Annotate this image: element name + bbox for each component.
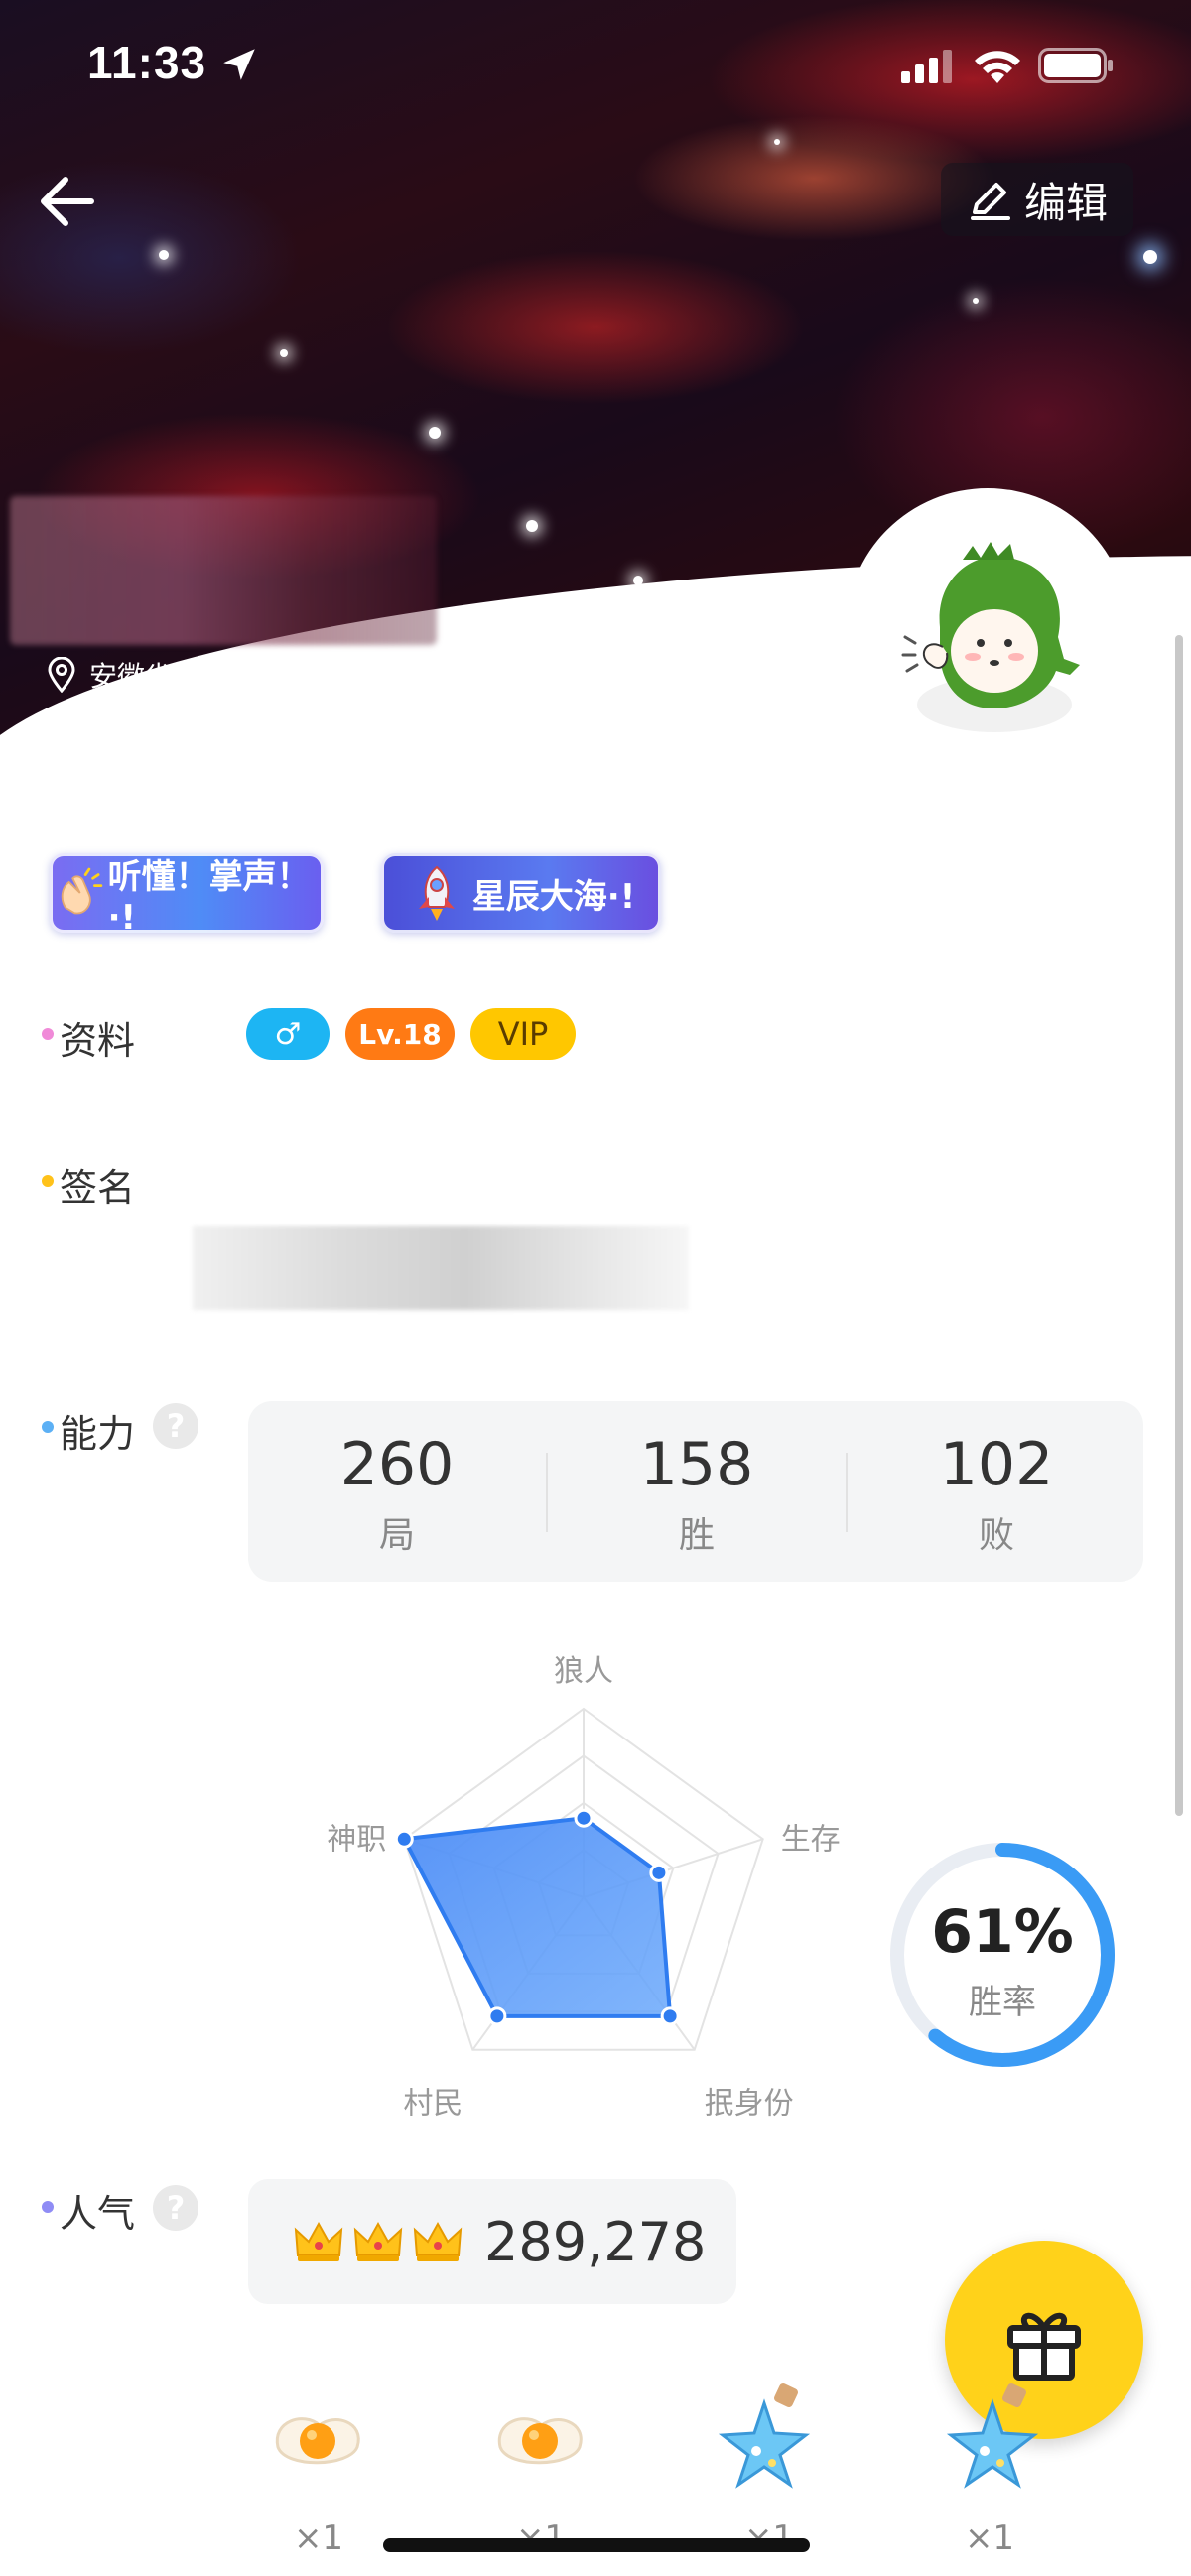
vip-tag: VIP	[470, 1008, 576, 1060]
radar-point	[394, 1829, 414, 1849]
home-indicator	[383, 2538, 810, 2552]
star	[429, 427, 441, 439]
rocket-icon	[418, 865, 455, 921]
star	[159, 250, 169, 260]
stat-losses: 102 败	[848, 1401, 1145, 1582]
dinosaur-avatar-icon	[901, 542, 1080, 732]
stats-card: 260 局 158 胜 102 败	[248, 1401, 1143, 1582]
signature-section-dot	[42, 1175, 54, 1187]
back-button[interactable]	[30, 164, 109, 243]
stat-games-value: 260	[339, 1430, 455, 1499]
star	[973, 298, 979, 304]
ability-section-label: 能力	[60, 1412, 136, 1456]
popularity-section-dot	[42, 2201, 54, 2213]
pencil-icon	[970, 183, 1010, 220]
radar-axis-label: 抿身份	[705, 2087, 794, 2122]
battery-icon	[1038, 48, 1113, 83]
radar-axis-label: 神职	[327, 1822, 386, 1857]
ability-section-dot	[42, 1421, 54, 1433]
stat-losses-caption: 败	[978, 1515, 1014, 1556]
crown-icon	[413, 2221, 463, 2261]
edit-label: 编辑	[1023, 178, 1108, 227]
star-bottle-icon	[718, 2383, 811, 2489]
stat-games-caption: 局	[378, 1515, 415, 1556]
win-rate-value: 61%	[931, 1897, 1074, 1967]
clapping-hands-icon	[61, 867, 103, 915]
stat-games: 260 局	[248, 1401, 546, 1582]
location-arrow-icon	[223, 49, 255, 80]
badge-stars-label: 星辰大海·!	[471, 876, 636, 917]
signal-icon	[901, 50, 952, 83]
egg-icon	[497, 2417, 583, 2465]
profile-section-label: 资料	[60, 1019, 136, 1063]
win-rate-label: 胜率	[969, 1983, 1036, 2022]
star-bottle-icon	[946, 2383, 1039, 2489]
avatar[interactable]	[846, 488, 1129, 772]
radar-point	[660, 2006, 680, 2026]
level-tag: Lv.18	[345, 1008, 455, 1060]
radar-axis-label: 村民	[403, 2087, 463, 2122]
gift-count: ×1	[293, 2518, 344, 2558]
location-pin-icon	[48, 657, 75, 693]
location: 安徽省	[46, 655, 173, 695]
signature-section-label: 签名	[60, 1166, 136, 1210]
radar-point	[649, 1863, 669, 1882]
popularity-card: 289,278	[248, 2179, 736, 2304]
radar-point	[487, 2006, 507, 2026]
stat-wins: 158 胜	[548, 1401, 846, 1582]
popularity-help-button[interactable]: ?	[153, 2185, 198, 2231]
signature-redacted	[193, 1226, 689, 1310]
stat-wins-caption: 胜	[678, 1515, 715, 1556]
crown-icon	[294, 2221, 343, 2261]
gender-tag: ♂	[246, 1008, 330, 1060]
star	[774, 139, 780, 145]
status-time: 11:33	[87, 37, 207, 88]
gift-icon	[1007, 2312, 1081, 2381]
wifi-icon	[975, 51, 1020, 83]
profile-section-dot	[42, 1028, 54, 1040]
star	[526, 520, 538, 532]
badge-applause[interactable]: 听懂！掌声！·!	[50, 853, 324, 938]
badge-stars-sea[interactable]: 星辰大海·!	[381, 853, 661, 933]
crown-icon	[353, 2221, 403, 2261]
radar-point	[574, 1808, 594, 1828]
radar-axis-label: 狼人	[554, 1654, 613, 1689]
arrow-left-icon	[41, 177, 94, 226]
radar-value-area	[402, 1816, 673, 2018]
badge-applause-label: 听懂！掌声！·!	[107, 856, 311, 938]
edit-profile-button[interactable]: 编辑	[941, 163, 1133, 236]
star	[1143, 250, 1157, 264]
radar-axis-label: 生存	[781, 1822, 841, 1857]
stat-wins-value: 158	[639, 1430, 754, 1499]
ability-radar-chart: 狼人生存抿身份 村民 神职	[327, 1654, 841, 2122]
stat-losses-value: 102	[939, 1430, 1054, 1499]
location-text: 安徽省	[89, 660, 174, 693]
star	[280, 349, 288, 357]
popularity-section-label: 人气	[60, 2192, 136, 2236]
ability-help-button[interactable]: ?	[153, 1403, 198, 1449]
popularity-value: 289,278	[484, 2210, 707, 2273]
scrollbar[interactable]	[1175, 635, 1183, 1816]
gift-count: ×1	[964, 2518, 1015, 2558]
username-redacted	[10, 496, 437, 645]
egg-icon	[275, 2417, 360, 2465]
